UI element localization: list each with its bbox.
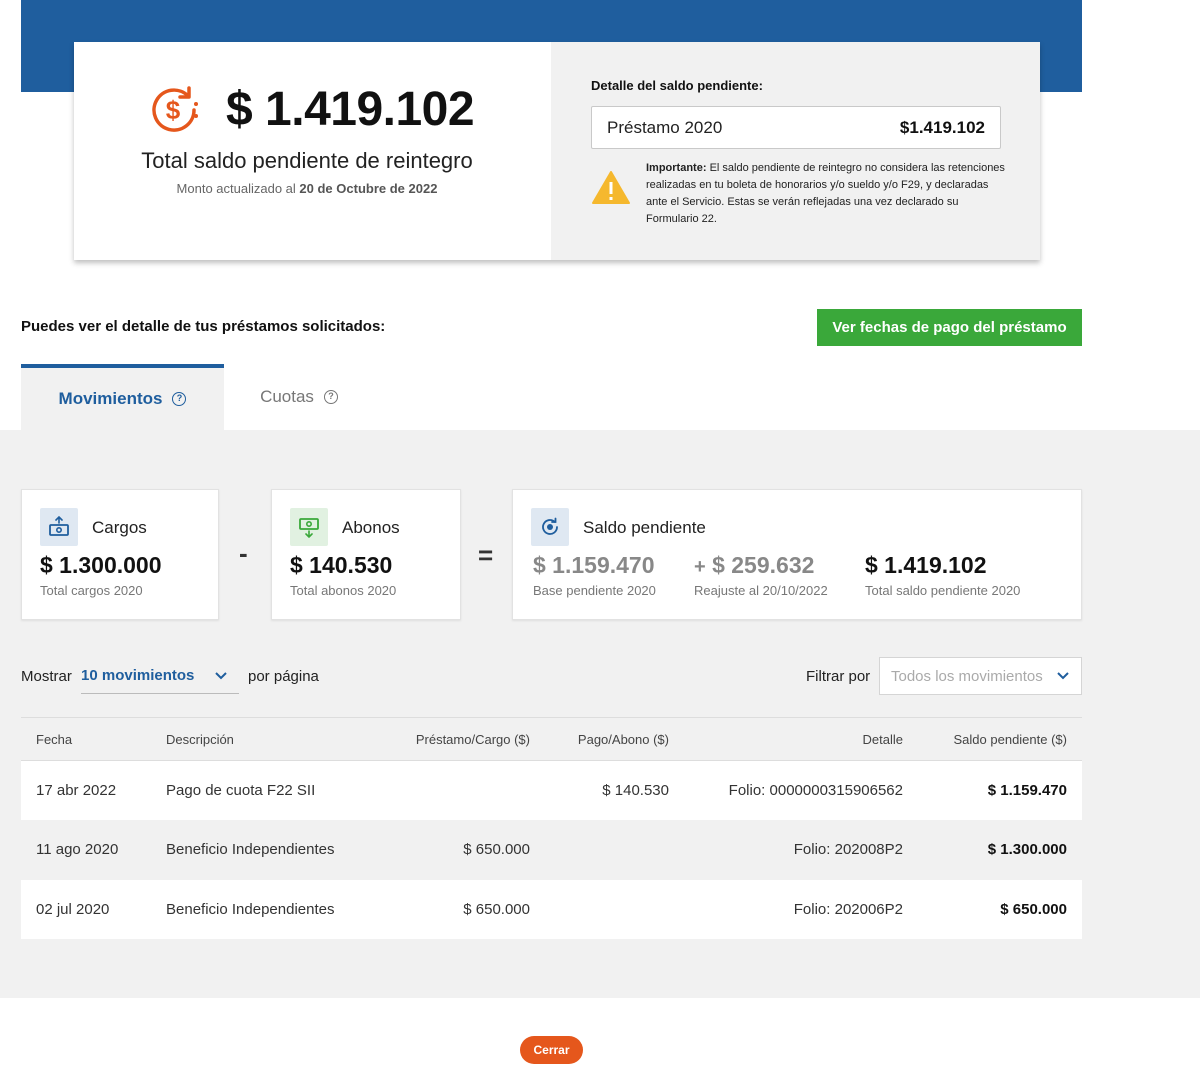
total-saldo-caption: Total saldo pendiente 2020	[865, 583, 1021, 598]
equals-sign: =	[478, 540, 494, 570]
loan-name: Préstamo 2020	[607, 117, 723, 137]
abonos-caption: Total abonos 2020	[290, 583, 397, 598]
warning-icon	[592, 171, 630, 204]
row-cargo: $ 650.000	[463, 841, 530, 859]
row-fecha: 17 abr 2022	[36, 781, 117, 799]
row-saldo: $ 1.159.470	[987, 781, 1067, 799]
row-detalle: Folio: 202008P2	[793, 841, 903, 859]
abonos-label: Abonos	[342, 518, 400, 537]
reajuste-amount: $ 259.632	[712, 552, 815, 578]
tab-movimientos[interactable]: Movimientos ?	[21, 364, 224, 430]
cargos-card: Cargos $ 1.300.000 Total cargos 2020	[21, 489, 219, 620]
row-abono: $ 140.530	[602, 781, 669, 799]
tab-label: Cuotas	[260, 387, 314, 406]
updated-prefix: Monto actualizado al	[176, 181, 296, 196]
row-detalle: Folio: 0000000315906562	[728, 781, 903, 799]
cash-download-icon	[290, 508, 328, 546]
table-row: 11 ago 2020 Beneficio Independientes $ 6…	[21, 820, 1082, 880]
updated-date: 20 de Octubre de 2022	[299, 181, 438, 196]
row-fecha: 11 ago 2020	[36, 841, 119, 859]
movement-filter-select[interactable]: Todos los movimientos	[879, 657, 1082, 695]
help-icon[interactable]: ?	[172, 392, 187, 406]
filter-placeholder: Todos los movimientos	[891, 667, 1043, 685]
cash-upload-icon	[40, 508, 78, 546]
page-size-select[interactable]: 10 movimientos	[81, 658, 239, 694]
total-balance-amount: $ 1.419.102	[226, 83, 475, 136]
base-value: $ 1.159.470	[533, 552, 655, 578]
total-saldo-value: $ 1.419.102	[865, 552, 987, 578]
saldo-label: Saldo pendiente	[583, 518, 706, 537]
cargos-label: Cargos	[92, 518, 147, 537]
loans-intro-text: Puedes ver el detalle de tus préstamos s…	[21, 318, 386, 335]
row-saldo: $ 650.000	[1000, 900, 1067, 918]
tab-label: Movimientos	[58, 389, 163, 408]
table-row: 17 abr 2022 Pago de cuota F22 SII $ 140.…	[21, 761, 1082, 821]
base-caption: Base pendiente 2020	[533, 583, 656, 598]
plus-sign: +	[694, 556, 706, 578]
row-descripcion: Pago de cuota F22 SII	[166, 781, 316, 799]
header-saldo: Saldo pendiente ($)	[953, 731, 1067, 747]
help-icon[interactable]: ?	[323, 390, 338, 404]
abonos-value: $ 140.530	[290, 552, 393, 578]
table-header: Fecha Descripción Préstamo/Cargo ($) Pag…	[21, 717, 1082, 761]
table-row: 02 jul 2020 Beneficio Independientes $ 6…	[21, 880, 1082, 940]
header-detalle: Detalle	[862, 731, 903, 747]
row-descripcion: Beneficio Independientes	[166, 841, 335, 859]
balance-detail-panel: Detalle del saldo pendiente: Préstamo 20…	[551, 42, 1040, 260]
page-size-value: 10 movimientos	[81, 667, 195, 684]
minus-sign: -	[239, 538, 248, 568]
row-saldo: $ 1.300.000	[987, 841, 1067, 859]
show-label: Mostrar	[21, 668, 72, 685]
header-abono: Pago/Abono ($)	[577, 731, 669, 747]
reajuste-caption: Reajuste al 20/10/2022	[694, 583, 828, 598]
svg-text:$: $	[166, 95, 181, 125]
close-button[interactable]: Cerrar	[520, 1036, 583, 1064]
tab-cuotas[interactable]: Cuotas ?	[224, 364, 374, 430]
saldo-card: Saldo pendiente $ 1.159.470 Base pendien…	[512, 489, 1082, 620]
balance-cycle-icon	[531, 508, 569, 546]
filter-label: Filtrar por	[806, 668, 871, 685]
balance-detail-title: Detalle del saldo pendiente:	[591, 78, 763, 93]
total-balance-title: Total saldo pendiente de reintegro	[141, 148, 473, 173]
per-page-label: por página	[248, 668, 319, 685]
important-label: Importante:	[646, 162, 707, 174]
header-cargo: Préstamo/Cargo ($)	[415, 731, 530, 747]
chevron-down-icon	[1057, 672, 1069, 680]
reajuste-value: + $ 259.632	[694, 552, 814, 579]
balance-updated-note: Monto actualizado al 20 de Octubre de 20…	[74, 181, 540, 196]
payment-dates-button[interactable]: Ver fechas de pago del préstamo	[817, 309, 1082, 346]
chevron-down-icon	[215, 671, 227, 679]
important-note: Importante: El saldo pendiente de reinte…	[646, 160, 1006, 228]
abonos-card: Abonos $ 140.530 Total abonos 2020	[271, 489, 461, 620]
loan-balance: $1.419.102	[899, 117, 985, 137]
balance-summary: $ $ 1.419.102 Total saldo pendiente de r…	[74, 42, 551, 260]
row-descripcion: Beneficio Independientes	[166, 900, 335, 918]
movements-table: Fecha Descripción Préstamo/Cargo ($) Pag…	[21, 717, 1082, 940]
dollar-refresh-icon: $	[152, 86, 198, 132]
balance-summary-card: $ $ 1.419.102 Total saldo pendiente de r…	[74, 42, 1040, 260]
cargos-value: $ 1.300.000	[40, 552, 162, 578]
header-fecha: Fecha	[36, 731, 73, 747]
row-fecha: 02 jul 2020	[36, 900, 110, 918]
cargos-caption: Total cargos 2020	[40, 583, 143, 598]
header-descripcion: Descripción	[166, 731, 234, 747]
loan-balance-item: Préstamo 2020 $1.419.102	[591, 106, 1001, 149]
row-cargo: $ 650.000	[463, 900, 530, 918]
row-detalle: Folio: 202006P2	[793, 900, 903, 918]
